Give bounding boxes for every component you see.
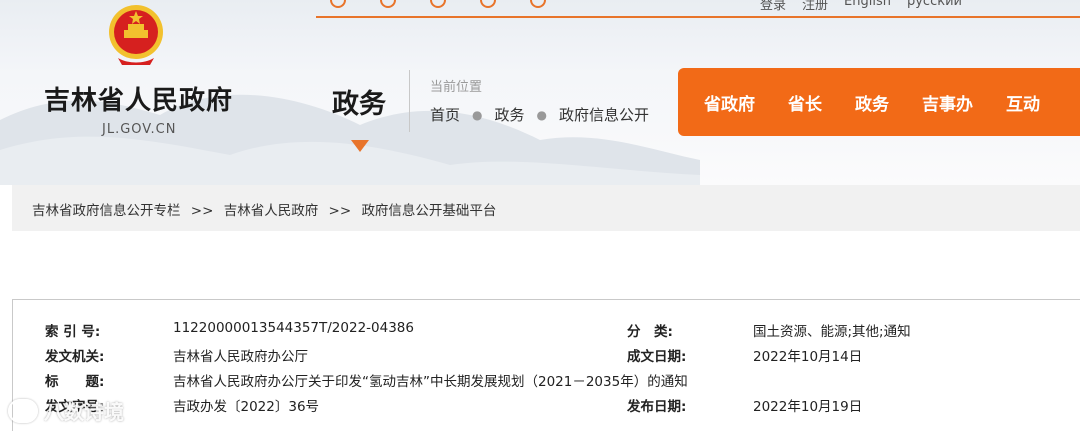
location-info-link[interactable]: 政府信息公开: [559, 104, 649, 125]
section-indicator-icon: [351, 140, 369, 152]
register-link[interactable]: 注册: [802, 0, 828, 13]
written-date-label: 成文日期:: [627, 349, 687, 365]
section-title: 政务: [332, 89, 386, 120]
site-domain: JL.GOV.CN: [102, 122, 177, 137]
category-value: 国土资源、能源;其他;通知: [753, 324, 911, 340]
meta-row: 索 引 号: 11220000013544357T/2022-04386 分 类…: [13, 320, 1080, 345]
header-divider: [409, 70, 410, 132]
breadcrumb-item-provincial-government[interactable]: 吉林省人民政府: [224, 203, 319, 219]
top-links: 登录 注册 English русский: [760, 0, 962, 13]
meta-row: 标 题: 吉林省人民政府办公厅关于印发“氢动吉林”中长期发展规划（2021－20…: [13, 370, 1080, 395]
published-date-value: 2022年10月19日: [753, 399, 863, 415]
location-breadcrumb: 首页 ● 政务 ● 政府信息公开: [430, 104, 649, 125]
published-date-label: 发布日期:: [627, 399, 687, 415]
watermark-logo-icon: [8, 398, 38, 423]
title-label: 标 题:: [45, 374, 105, 390]
breadcrumb: 吉林省政府信息公开专栏 >> 吉林省人民政府 >> 政府信息公开基础平台: [12, 185, 1080, 231]
document-metadata-table: 索 引 号: 11220000013544357T/2022-04386 分 类…: [12, 299, 1080, 431]
wechat-icon[interactable]: [380, 0, 396, 8]
russian-link[interactable]: русский: [907, 0, 962, 13]
site-title[interactable]: 吉林省人民政府: [44, 80, 233, 117]
weibo-icon[interactable]: [330, 0, 346, 8]
issuer-value: 吉林省人民政府办公厅: [173, 349, 308, 365]
index-number-value: 11220000013544357T/2022-04386: [173, 320, 414, 336]
top-accent-line: [316, 16, 1080, 18]
title-value: 吉林省人民政府办公厅关于印发“氢动吉林”中长期发展规划（2021－2035年）的…: [173, 374, 688, 390]
service-icon[interactable]: [530, 0, 546, 8]
national-emblem-icon[interactable]: [104, 2, 168, 68]
meta-row: 发文机关: 吉林省人民政府办公厅 成文日期: 2022年10月14日: [13, 345, 1080, 370]
breadcrumb-item-info-platform[interactable]: 政府信息公开基础平台: [361, 203, 496, 219]
watermark-text: 八数诗境: [44, 400, 124, 424]
dot-separator-icon: ●: [472, 107, 483, 122]
main-nav: 省政府 省长 政务 吉事办 互动: [678, 68, 1080, 136]
site-header: 登录 注册 English русский 吉林省人民政府 JL.GOV.CN …: [0, 0, 1080, 185]
nav-item-government-affairs[interactable]: 政务: [855, 90, 889, 115]
breadcrumb-separator: >>: [190, 203, 214, 219]
index-number-label: 索 引 号:: [45, 324, 101, 340]
issuer-label: 发文机关:: [45, 349, 105, 365]
nav-item-interaction[interactable]: 互动: [1006, 90, 1040, 115]
dot-separator-icon: ●: [536, 107, 547, 122]
location-affairs-link[interactable]: 政务: [495, 104, 525, 125]
category-label: 分 类:: [627, 324, 673, 340]
nav-item-jishiban[interactable]: 吉事办: [922, 90, 973, 115]
top-icon-row: [330, 0, 546, 10]
location-label: 当前位置: [430, 80, 483, 95]
watermark: 八数诗境: [8, 396, 124, 425]
app-icon[interactable]: [430, 0, 446, 8]
mobile-icon[interactable]: [480, 0, 496, 8]
breadcrumb-item-special-column[interactable]: 吉林省政府信息公开专栏: [32, 203, 181, 219]
login-link[interactable]: 登录: [760, 0, 786, 13]
nav-item-provincial-government[interactable]: 省政府: [704, 90, 755, 115]
english-link[interactable]: English: [844, 0, 891, 13]
written-date-value: 2022年10月14日: [753, 349, 863, 365]
document-number-value: 吉政办发〔2022〕36号: [173, 399, 320, 415]
location-home-link[interactable]: 首页: [430, 104, 460, 125]
breadcrumb-separator: >>: [328, 203, 352, 219]
meta-row: 发文字号: 吉政办发〔2022〕36号 发布日期: 2022年10月19日: [13, 395, 1080, 420]
nav-item-governor[interactable]: 省长: [788, 90, 822, 115]
